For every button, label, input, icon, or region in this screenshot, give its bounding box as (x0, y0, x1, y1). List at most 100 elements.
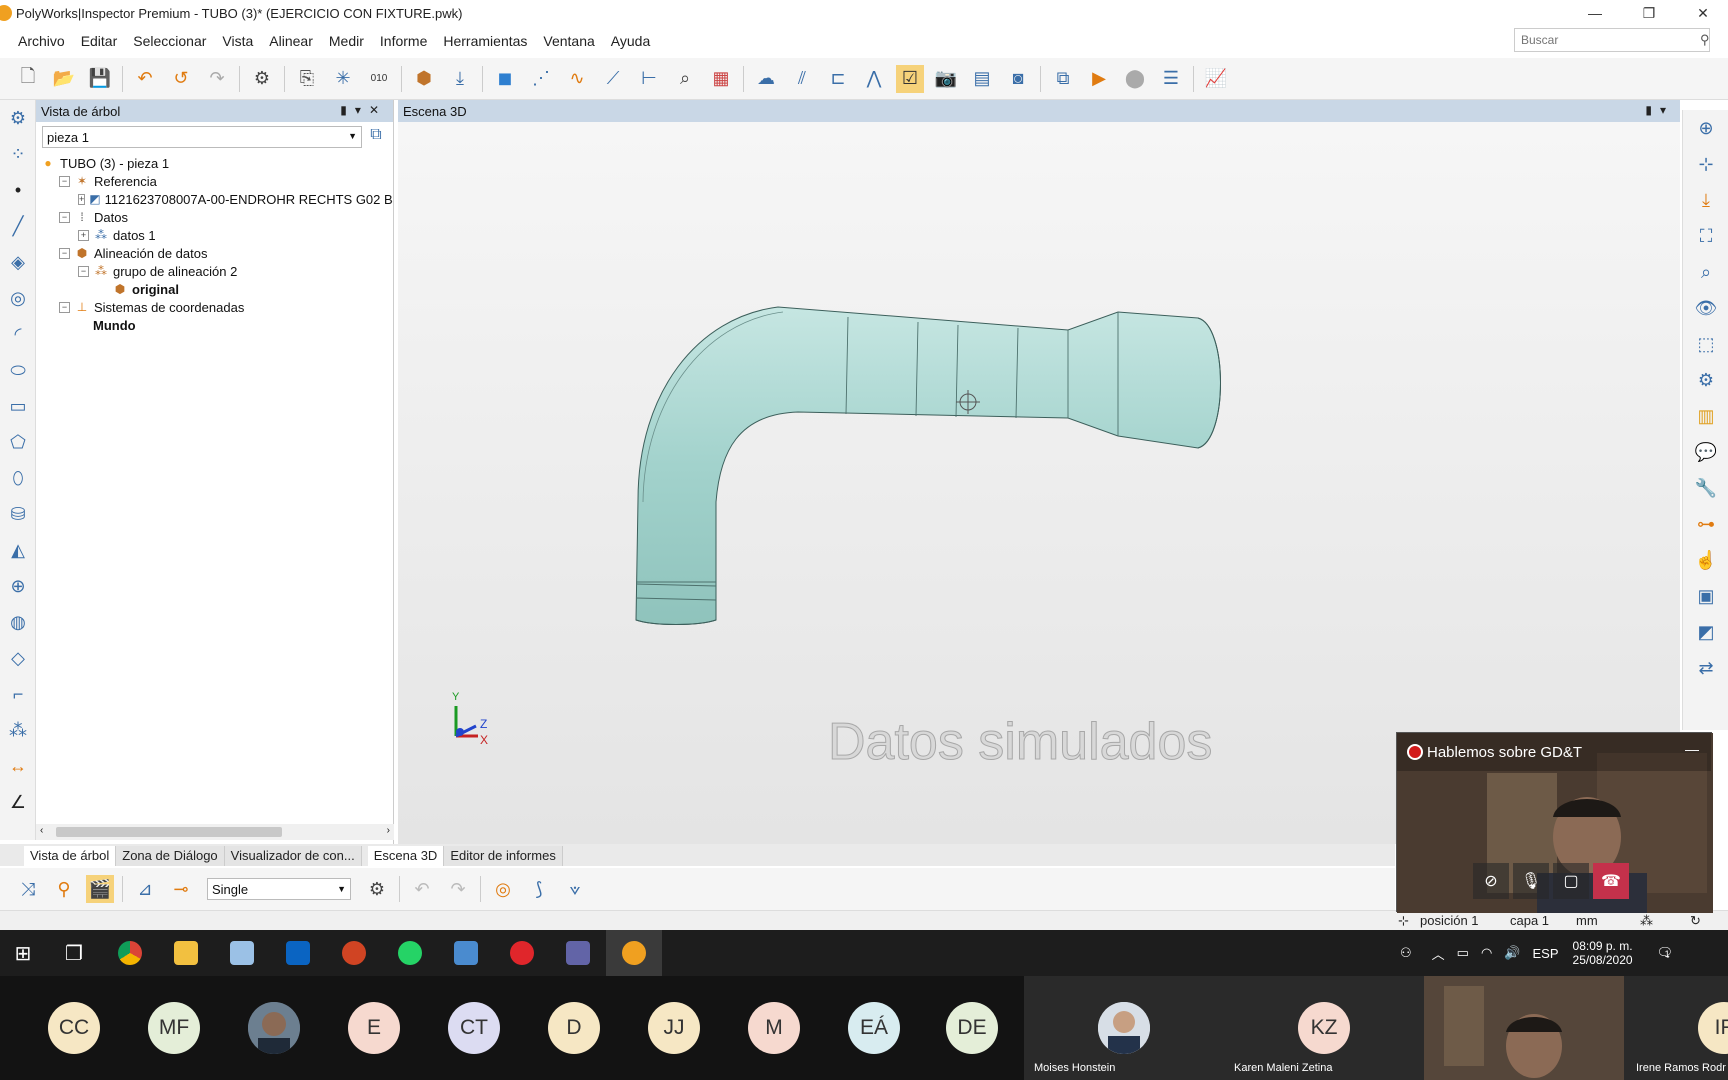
center-view-icon[interactable]: ⊹ (1683, 146, 1728, 182)
line-icon[interactable]: ╱ (0, 208, 36, 244)
file-explorer-icon[interactable] (158, 930, 214, 976)
share-screen-icon[interactable]: ▢ (1553, 863, 1589, 899)
distance-icon-left[interactable]: ↔ (0, 748, 36, 784)
participant-avatar[interactable]: CT (448, 1002, 500, 1054)
chrome-icon[interactable] (102, 930, 158, 976)
pin-icon[interactable]: ▮ (340, 103, 355, 117)
camera-off-icon[interactable]: ⊘ (1473, 863, 1509, 899)
video-call-window[interactable]: Hablemos sobre GD&T — ⊘ 🎙 ▢ ☎ (1396, 732, 1713, 913)
options-icon[interactable]: ⚙ (248, 65, 276, 93)
tree-tool-icon[interactable]: ⊢ (635, 65, 663, 93)
scroll-left-icon[interactable]: ‹ (40, 825, 43, 836)
outlook-icon[interactable] (270, 930, 326, 976)
tab-viewer[interactable]: Visualizador de con... (224, 846, 362, 866)
undo-icon[interactable]: ↶ (131, 65, 159, 93)
import-icon[interactable]: ⎘ (293, 65, 321, 93)
polyline-icon[interactable]: ⌐ (0, 676, 36, 712)
macro-icon[interactable]: ⧉ (1049, 65, 1077, 93)
property-icon[interactable]: ⊶ (1683, 506, 1728, 542)
menu-archivo[interactable]: Archivo (18, 33, 65, 49)
tree-item[interactable]: + ⁂ datos 1 (36, 226, 393, 244)
feature-icon[interactable]: ∿ (563, 65, 591, 93)
new-file-icon[interactable]: 🗋 (14, 65, 42, 93)
binary-data-icon[interactable]: 010 (365, 65, 393, 93)
tab-tree-view[interactable]: Vista de árbol (24, 846, 117, 866)
measure-arm-icon[interactable]: ⊿ (131, 875, 159, 903)
device-settings-icon[interactable]: ⚙ (363, 875, 391, 903)
rectangle-icon[interactable]: ▭ (0, 388, 36, 424)
menu-seleccionar[interactable]: Seleccionar (133, 33, 206, 49)
tree-item[interactable]: Mundo (36, 316, 393, 334)
color-map-icon[interactable]: ▥ (1683, 398, 1728, 434)
cloud-icon[interactable]: ☁ (752, 65, 780, 93)
participant-avatar[interactable]: MF (148, 1002, 200, 1054)
distance-icon[interactable]: ⟋ (599, 65, 627, 93)
plane-icon[interactable]: ◈ (0, 244, 36, 280)
tree-item[interactable]: − ✶ Referencia (36, 172, 393, 190)
chart-icon[interactable]: 📈 (1202, 65, 1230, 93)
wifi-icon[interactable]: ◠ (1481, 945, 1492, 961)
open-folder-icon[interactable]: 📂 (50, 65, 78, 93)
stop-icon[interactable]: ⬤ (1121, 65, 1149, 93)
panel-close-icon[interactable]: ✕ (369, 103, 387, 117)
cube-view-icon[interactable]: ◼ (491, 65, 519, 93)
participant-video-tile[interactable] (1424, 976, 1624, 1080)
probe-tip-icon[interactable]: ⊸ (167, 875, 195, 903)
point-icon[interactable]: • (0, 172, 36, 208)
maximize-button[interactable]: ❐ (1626, 0, 1672, 26)
participant-avatar[interactable]: EÁ (848, 1002, 900, 1054)
zoom-fit-icon[interactable]: ⛶ (1683, 218, 1728, 254)
pick-icon[interactable]: ⤨ (14, 875, 42, 903)
tree-item[interactable]: − ⬢ Alineación de datos (36, 244, 393, 262)
start-icon[interactable]: ⊞ (0, 930, 46, 976)
piece-dropdown[interactable]: pieza 1 ▼ (42, 126, 362, 148)
polygon-icon[interactable]: ⬠ (0, 424, 36, 460)
view-settings-icon[interactable]: ⚙ (1683, 362, 1728, 398)
participant-avatar[interactable]: JJ (648, 1002, 700, 1054)
download-icon[interactable]: ⤓ (1683, 182, 1728, 218)
participant-tile[interactable]: Moises Honstein (1024, 976, 1224, 1080)
people-icon[interactable]: ⚇ (1400, 945, 1412, 961)
collapse-icon[interactable]: − (59, 247, 70, 259)
mode-dropdown[interactable]: Single ▼ (207, 878, 351, 900)
torus-icon[interactable]: ◍ (0, 604, 36, 640)
menu-ventana[interactable]: Ventana (543, 33, 594, 49)
section-icon[interactable]: ⫽ (788, 65, 816, 93)
arm-icon[interactable]: ⟆ (525, 875, 553, 903)
probe-select-icon[interactable]: ⚲ (50, 875, 78, 903)
target-icon[interactable]: ◎ (489, 875, 517, 903)
participant-avatar[interactable]: E (348, 1002, 400, 1054)
teams-icon[interactable] (550, 930, 606, 976)
powerpoint-icon[interactable] (326, 930, 382, 976)
tree-item[interactable]: + ◩ 1121623708007A-00-ENDROHR RECHTS G02 B… (36, 190, 393, 208)
scan-icon[interactable]: ⋰ (527, 65, 555, 93)
table-icon[interactable]: ▤ (968, 65, 996, 93)
tools-icon[interactable]: 🔧 (1683, 470, 1728, 506)
layer-selector[interactable]: capa 1 (1510, 913, 1549, 928)
scene-pin-icon[interactable]: ▮ (1645, 103, 1660, 117)
surface-icon[interactable]: ◇ (0, 640, 36, 676)
undo-history-icon[interactable]: ↺ (167, 65, 195, 93)
tray-chevron-icon[interactable]: ︿ (1432, 944, 1445, 963)
search-icon[interactable]: ⚲ (1700, 32, 1710, 48)
acrobat-icon[interactable] (494, 930, 550, 976)
caliper-icon[interactable]: ⊏ (824, 65, 852, 93)
clip-icon[interactable]: ▣ (1683, 578, 1728, 614)
probe-icon[interactable]: ✳ (329, 65, 357, 93)
tree-item[interactable]: − ⊥ Sistemas de coordenadas (36, 298, 393, 316)
tree-item[interactable]: ● TUBO (3) - pieza 1 (36, 154, 393, 172)
sphere-icon[interactable]: ⊕ (0, 568, 36, 604)
expand-icon[interactable]: + (78, 229, 89, 241)
surface-points-icon[interactable]: ⁘ (0, 136, 36, 172)
scroll-right-icon[interactable]: › (387, 825, 390, 836)
menu-informe[interactable]: Informe (380, 33, 427, 49)
surface-select-icon[interactable]: ◩ (1683, 614, 1728, 650)
refresh-icon[interactable]: ↻ (1690, 913, 1701, 929)
menu-herramientas[interactable]: Herramientas (443, 33, 527, 49)
menu-medir[interactable]: Medir (329, 33, 364, 49)
paint-icon[interactable] (214, 930, 270, 976)
polyworks-taskbar-icon[interactable] (606, 930, 662, 976)
status-tools-icon[interactable]: ⁂ (1640, 913, 1653, 929)
participant-avatar[interactable]: DE (946, 1002, 998, 1054)
snapshot-icon[interactable]: 📷 (932, 65, 960, 93)
